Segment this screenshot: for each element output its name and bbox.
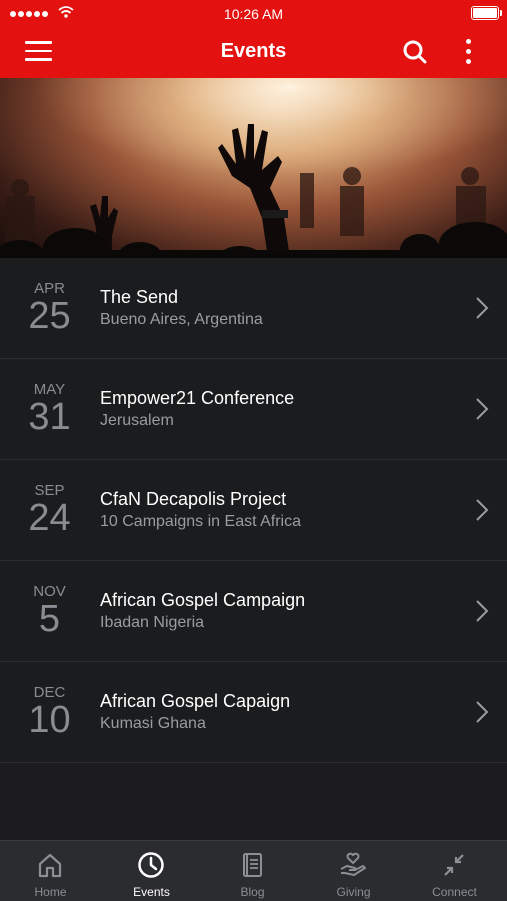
- tab-label: Events: [133, 885, 170, 899]
- event-title: African Gospel Campaign: [100, 590, 306, 610]
- event-title: The Send: [100, 287, 179, 307]
- tab-home[interactable]: Home: [0, 841, 101, 901]
- event-day: 10: [28, 699, 71, 741]
- chevron-right-icon: [476, 499, 489, 521]
- list-item[interactable]: SEP 24 CfaN Decapolis Project 10 Campaig…: [0, 460, 507, 561]
- chevron-right-icon: [476, 701, 489, 723]
- home-icon: [38, 853, 62, 878]
- event-location: Jerusalem: [100, 412, 174, 429]
- list-item[interactable]: APR 25 The Send Bueno Aires, Argentina: [0, 258, 507, 359]
- event-location: Ibadan Nigeria: [100, 614, 205, 631]
- giving-hand-icon: [340, 852, 366, 876]
- more-vertical-icon[interactable]: [458, 39, 478, 67]
- tab-events[interactable]: Events: [101, 841, 202, 901]
- battery-icon: [471, 6, 502, 20]
- list-item[interactable]: MAY 31 Empower21 Conference Jerusalem: [0, 359, 507, 460]
- event-title: Empower21 Conference: [100, 388, 295, 408]
- hero-image: [0, 78, 507, 258]
- tab-label: Giving: [336, 885, 371, 899]
- event-location: 10 Campaigns in East Africa: [100, 513, 301, 530]
- list-item[interactable]: NOV 5 African Gospel Campaign Ibadan Nig…: [0, 561, 507, 662]
- event-day: 24: [28, 497, 71, 539]
- status-time: 10:26 AM: [223, 6, 284, 22]
- top-bar: 10:26 AM Events: [0, 0, 507, 78]
- book-icon: [243, 853, 262, 877]
- chevron-right-icon: [476, 297, 489, 319]
- search-icon[interactable]: [402, 39, 428, 65]
- connect-arrows-icon: [444, 854, 464, 876]
- event-day: 31: [28, 396, 71, 438]
- event-location: Kumasi Ghana: [100, 715, 206, 732]
- tab-label: Home: [34, 885, 67, 899]
- tab-bar: Home Events Blog Giving Connect: [0, 840, 507, 901]
- event-title: African Gospel Capaign: [100, 691, 291, 711]
- hero-crowd-illustration: [0, 78, 507, 258]
- event-location: Bueno Aires, Argentina: [100, 311, 263, 328]
- list-item[interactable]: DEC 10 African Gospel Capaign Kumasi Gha…: [0, 662, 507, 763]
- tab-connect[interactable]: Connect: [404, 841, 505, 901]
- page-title: Events: [220, 40, 287, 62]
- events-list: APR 25 The Send Bueno Aires, Argentina M…: [0, 258, 507, 763]
- event-title: CfaN Decapolis Project: [100, 489, 287, 509]
- chevron-right-icon: [476, 398, 489, 420]
- chevron-right-icon: [476, 600, 489, 622]
- tab-label: Blog: [240, 885, 265, 899]
- tab-giving[interactable]: Giving: [303, 841, 404, 901]
- tab-label: Connect: [432, 885, 477, 899]
- nav-bar: Events: [0, 28, 507, 78]
- tab-blog[interactable]: Blog: [202, 841, 303, 901]
- clock-icon: [138, 852, 164, 878]
- event-day: 5: [38, 598, 61, 640]
- status-bar: 10:26 AM: [0, 0, 507, 28]
- event-day: 25: [28, 295, 71, 337]
